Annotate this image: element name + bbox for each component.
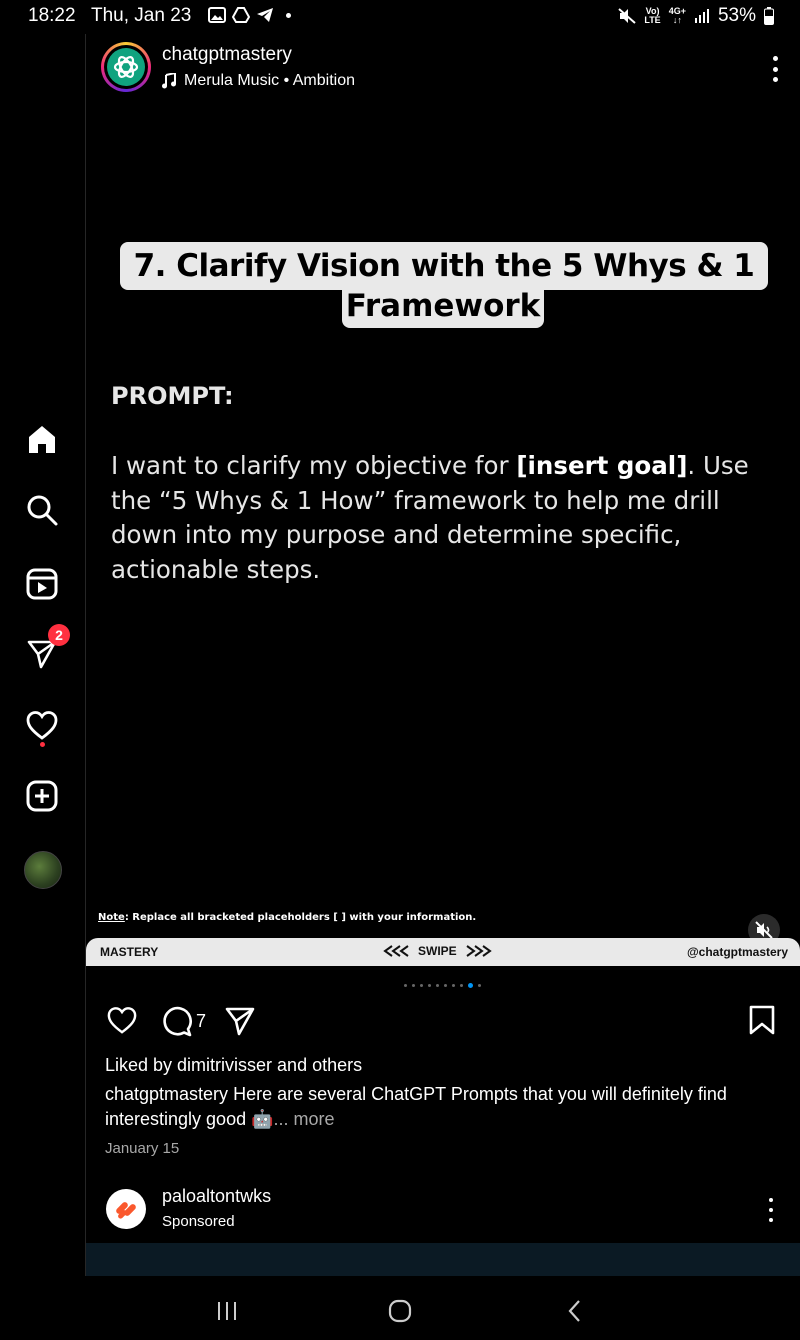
battery-icon (764, 7, 774, 25)
nav-create[interactable] (22, 776, 62, 816)
carousel-dot (420, 984, 423, 987)
caption-username[interactable]: chatgptmastery (105, 1084, 228, 1104)
home-button[interactable] (385, 1296, 415, 1326)
sponsored-media-preview[interactable] (86, 1243, 800, 1276)
comment-button[interactable]: 7 (160, 1005, 206, 1037)
likes-text[interactable]: Liked by dimitrivisser and others (105, 1055, 362, 1076)
slide-swipe: SWIPE (382, 944, 493, 958)
nav-messages[interactable]: 2 (22, 624, 70, 674)
nav-home[interactable] (22, 420, 62, 460)
send-icon (225, 1007, 255, 1036)
slide-title-line2: Framework (342, 288, 544, 328)
nav-reels[interactable] (22, 564, 62, 604)
post-header: chatgptmastery Merula Music • Ambition (86, 34, 800, 102)
post-date: January 15 (105, 1140, 180, 1157)
post-username[interactable]: chatgptmastery (162, 44, 292, 66)
slide-title-line1: 7. Clarify Vision with the 5 Whys & 1 Ho… (120, 242, 768, 332)
heart-icon (107, 1007, 137, 1034)
plus-square-icon (26, 780, 58, 812)
volte-icon: Vo) LTE (644, 6, 661, 25)
more-notifications-dot (286, 12, 291, 18)
caption-more-link[interactable]: ... more (274, 1109, 335, 1129)
slide-note: Note: Replace all bracketed placeholders… (98, 912, 477, 923)
chevrons-left-icon (383, 945, 409, 957)
network-4g-icon: 4G+ ↓↑ (668, 6, 686, 25)
gallery-icon (208, 7, 226, 23)
notification-icons (208, 7, 291, 23)
paloalto-logo-icon (116, 1202, 136, 1219)
status-date: Thu, Jan 23 (91, 5, 192, 26)
telegram-icon (257, 8, 273, 22)
post-media[interactable]: 7. Clarify Vision with the 5 Whys & 1 Ho… (86, 102, 800, 966)
status-time: 18:22 (28, 5, 76, 26)
post-actions: 7 (86, 1005, 800, 1045)
notification-dot (40, 742, 45, 747)
post-options-button[interactable] (772, 56, 778, 82)
bookmark-icon (749, 1005, 775, 1035)
messages-badge: 2 (48, 624, 70, 646)
volume-off-icon (755, 921, 773, 939)
status-bar: 18:22 Thu, Jan 23 Vo) LTE 4G+ ↓↑ 53% (0, 0, 800, 34)
carousel-dot (444, 984, 447, 987)
nav-notifications[interactable] (22, 706, 62, 747)
search-icon (27, 495, 58, 526)
comment-icon (163, 1006, 192, 1037)
heart-icon (26, 711, 58, 740)
nav-profile-avatar[interactable] (24, 851, 62, 889)
carousel-dot (460, 984, 463, 987)
slide-prompt-label: PROMPT: (111, 382, 234, 410)
battery-text: 53% (717, 5, 756, 26)
music-label: Merula Music • Ambition (184, 72, 355, 89)
nav-search[interactable] (22, 490, 62, 530)
reels-icon (26, 568, 58, 600)
sponsored-username[interactable]: paloaltontwks (162, 1186, 271, 1207)
carousel-dot (468, 983, 473, 988)
recents-icon (218, 1302, 236, 1320)
post-avatar[interactable] (101, 42, 151, 92)
mute-icon (618, 8, 637, 24)
slide-prompt-text: I want to clarify my objective for [inse… (111, 451, 749, 584)
home-icon (29, 426, 55, 453)
sponsored-options-button[interactable] (768, 1198, 774, 1222)
chatgpt-logo-icon (107, 48, 145, 86)
back-chevron-icon (568, 1300, 580, 1322)
carousel-dot (428, 984, 431, 987)
back-button[interactable] (560, 1296, 590, 1326)
carousel-dot (436, 984, 439, 987)
home-circle-icon (388, 1299, 412, 1323)
carousel-indicator (404, 983, 481, 988)
chevrons-right-icon (466, 945, 492, 957)
carousel-dot (404, 984, 407, 987)
slide-brand: MASTERY (100, 945, 159, 959)
carousel-dot (412, 984, 415, 987)
comment-count: 7 (196, 1010, 207, 1031)
sponsored-avatar[interactable] (106, 1189, 146, 1229)
system-navigation-bar (0, 1276, 800, 1340)
like-button[interactable] (106, 1005, 138, 1035)
side-navigation: 2 (0, 34, 86, 1276)
music-note-icon (162, 73, 176, 89)
system-indicators: Vo) LTE 4G+ ↓↑ 53% (618, 5, 774, 27)
post-caption[interactable]: chatgptmastery Here are several ChatGPT … (105, 1082, 765, 1132)
share-button[interactable] (224, 1005, 256, 1037)
slide-handle: @chatgptmastery (686, 945, 788, 959)
slide-footer: MASTERY SWIPE @chatgptmastery (86, 938, 800, 966)
signal-icon (694, 9, 709, 23)
carousel-dot (478, 984, 481, 987)
carousel-dot (452, 984, 455, 987)
save-button[interactable] (748, 1005, 776, 1035)
drive-icon (232, 7, 250, 23)
recent-apps-button[interactable] (212, 1296, 242, 1326)
robot-emoji: 🤖 (251, 1109, 274, 1129)
sponsored-label: Sponsored (162, 1213, 235, 1230)
post-music[interactable]: Merula Music • Ambition (162, 72, 355, 90)
